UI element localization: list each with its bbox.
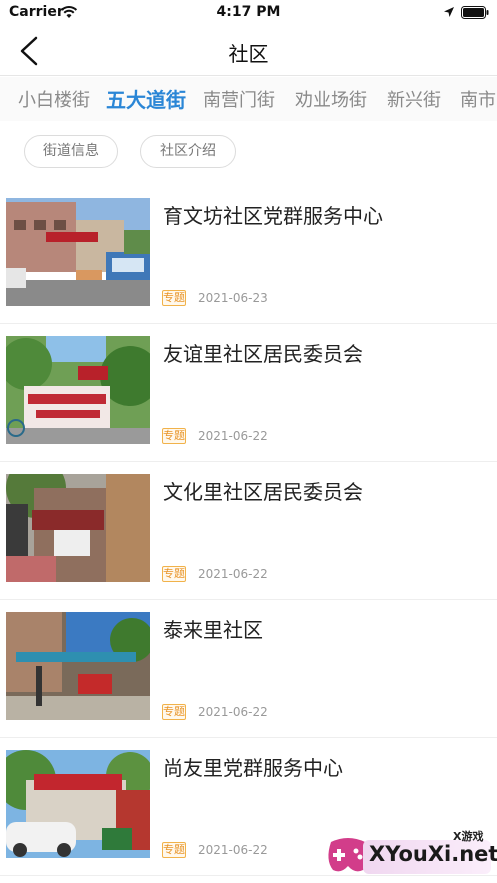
watermark: X游戏 XYouXi.net [325,826,497,880]
thumbnail-image [6,612,150,720]
navigation-bar: 社区 [0,26,497,76]
topic-badge: 专题 [162,428,186,444]
street-tab-bar: 小白楼街 五大道街 南营门街 劝业场街 新兴街 南市 [0,77,497,121]
battery-icon [461,6,489,19]
clock-time: 4:17 PM [216,4,281,20]
list-item[interactable]: 友谊里社区居民委员会 专题 2021-06-22 [0,324,497,462]
item-title: 尚友里党群服务中心 [163,756,343,780]
community-intro-button[interactable]: 社区介绍 [140,135,236,168]
location-arrow-icon [444,7,454,17]
item-title: 育文坊社区党群服务中心 [163,204,383,228]
status-bar: Carrier 4:17 PM [0,0,497,26]
thumbnail-image [6,198,150,306]
item-title: 友谊里社区居民委员会 [163,342,363,366]
tab-nanshi[interactable]: 南市 [460,86,496,112]
page-title: 社区 [228,42,269,66]
tab-quanyechang[interactable]: 劝业场街 [295,86,367,112]
topic-badge: 专题 [162,704,186,720]
item-date: 2021-06-22 [198,843,268,857]
topic-badge: 专题 [162,842,186,858]
list-item[interactable]: 泰来里社区 专题 2021-06-22 [0,600,497,738]
item-date: 2021-06-23 [198,291,268,305]
tab-nanyingmen[interactable]: 南营门街 [203,86,275,112]
thumbnail-image [6,336,150,444]
item-title: 泰来里社区 [163,618,263,642]
item-date: 2021-06-22 [198,567,268,581]
item-title: 文化里社区居民委员会 [163,480,363,504]
tab-wudadao[interactable]: 五大道街 [106,84,186,113]
thumbnail-image [6,474,150,582]
list-item[interactable]: 文化里社区居民委员会 专题 2021-06-22 [0,462,497,600]
tab-xinxing[interactable]: 新兴街 [387,86,441,112]
thumbnail-image [6,750,150,858]
street-info-button[interactable]: 街道信息 [24,135,118,168]
list-item[interactable]: 育文坊社区党群服务中心 专题 2021-06-23 [0,186,497,324]
tab-xiaobailou[interactable]: 小白楼街 [18,86,90,112]
topic-badge: 专题 [162,566,186,582]
item-date: 2021-06-22 [198,429,268,443]
item-date: 2021-06-22 [198,705,268,719]
topic-badge: 专题 [162,290,186,306]
watermark-site-text: XYouXi.net [369,842,497,866]
